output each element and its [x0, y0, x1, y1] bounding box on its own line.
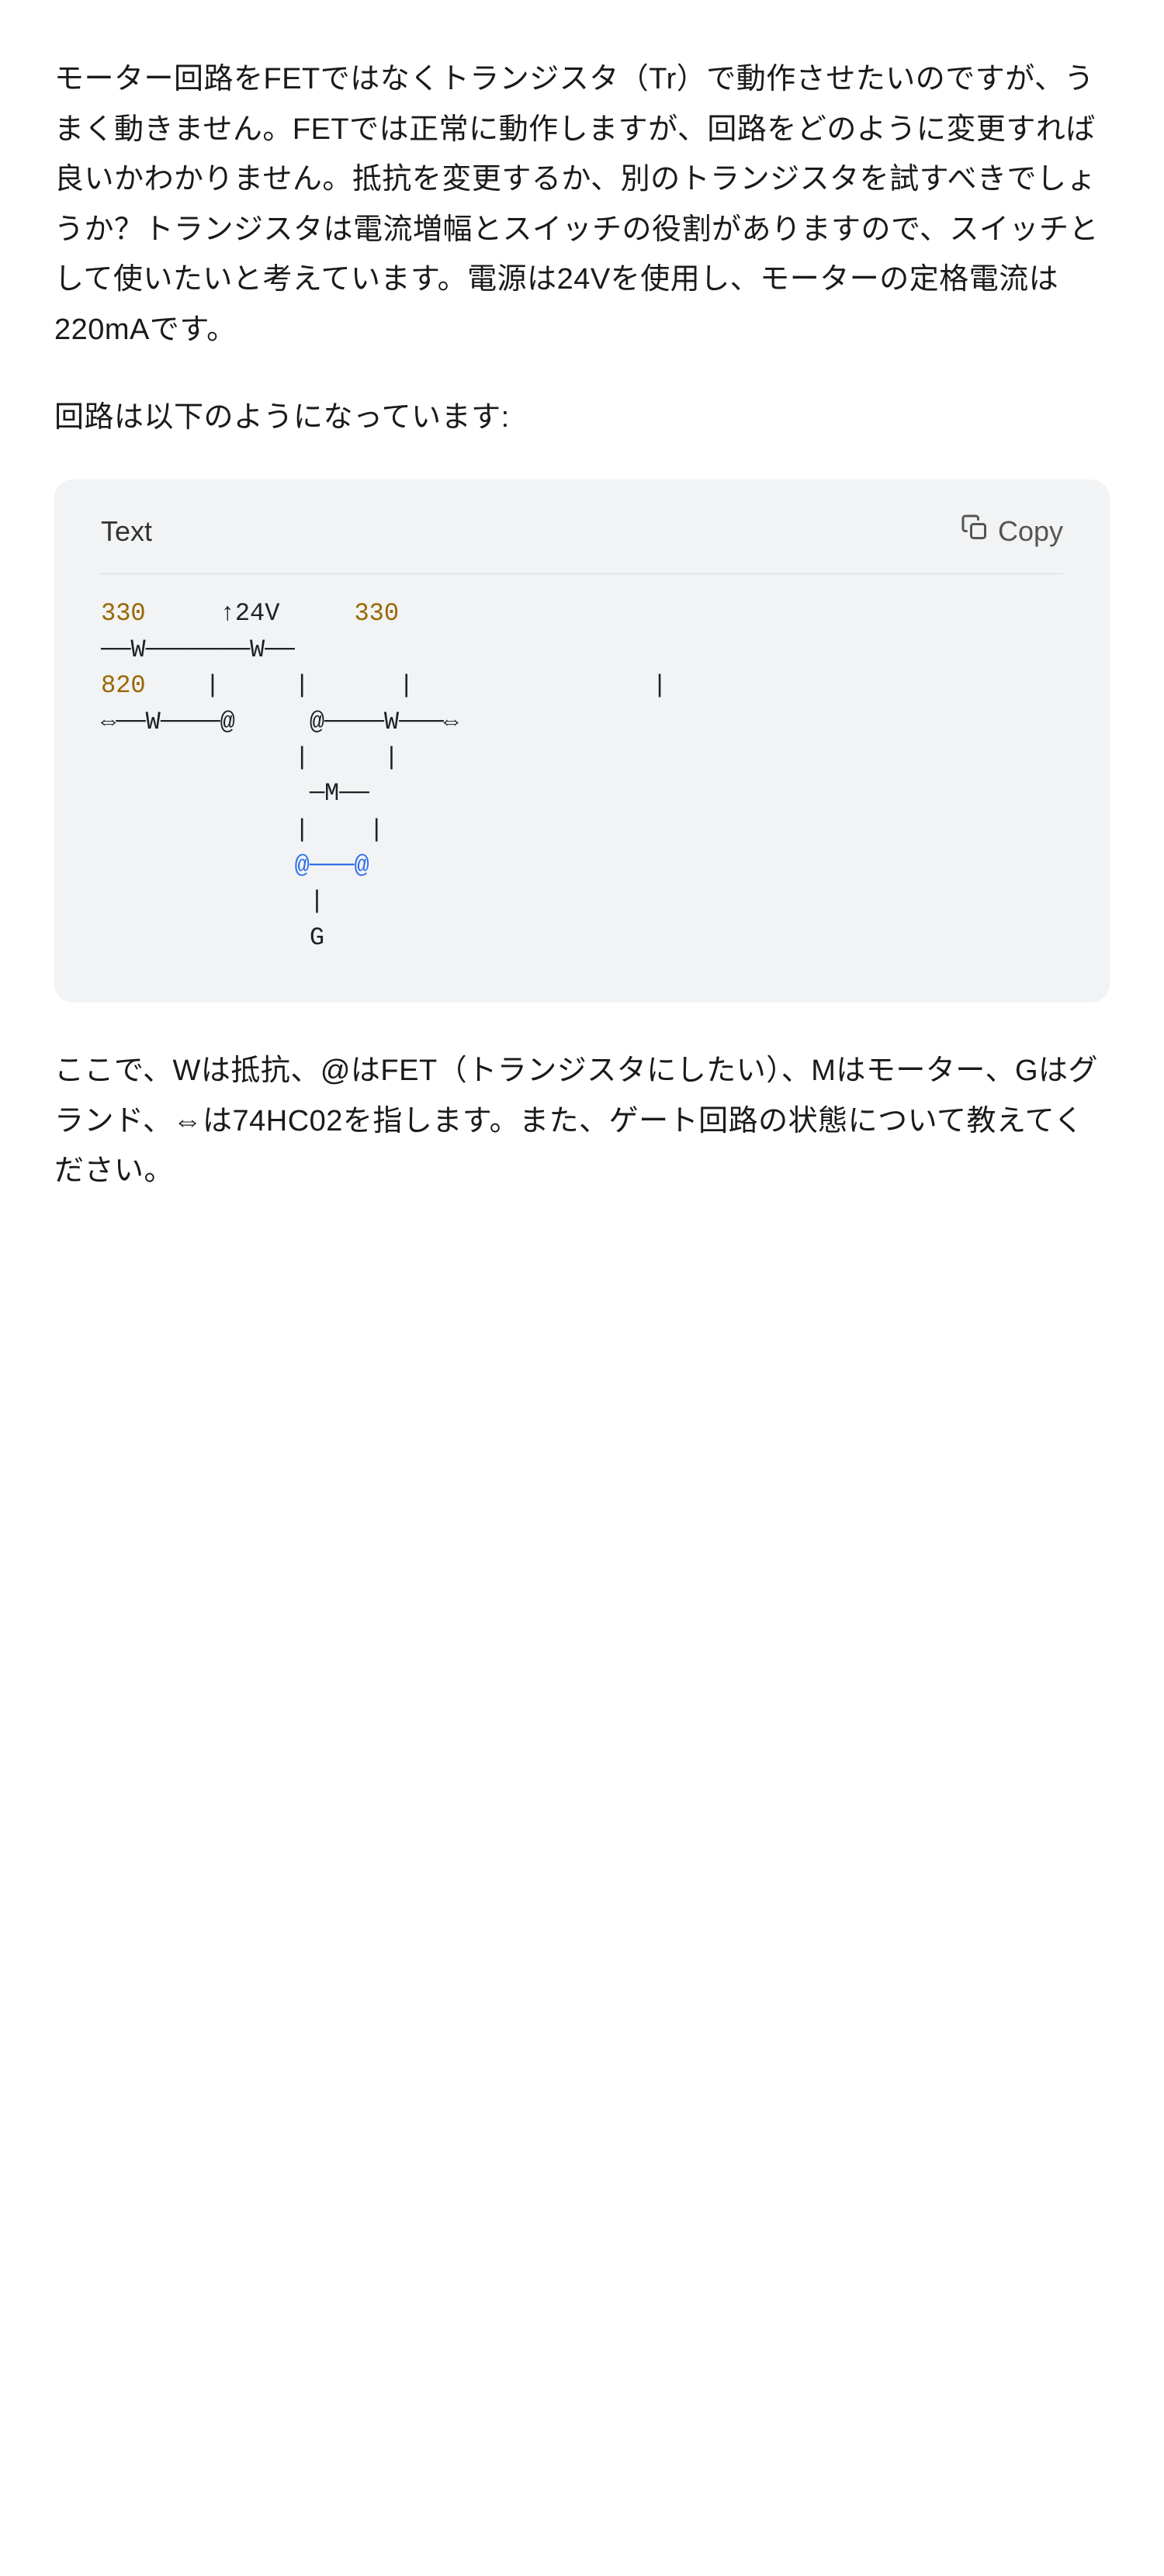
code-content: 330 ↑24V 330 ──W───────W── 820 | | | | ⇔…: [54, 574, 1110, 1002]
code-text: ↑24V: [146, 599, 355, 628]
paragraph-question: モーター回路をFETではなくトランジスタ（Tr）で動作させたいのですが、うまく動…: [54, 54, 1110, 355]
paragraph-circuit-intro: 回路は以下のようになっています:: [54, 393, 1110, 443]
code-header: Text Copy: [54, 480, 1110, 573]
copy-button[interactable]: Copy: [961, 514, 1063, 549]
code-token-number: 330: [101, 599, 146, 628]
code-text: ⇔──W────@ @────W───⇔: [101, 708, 459, 736]
code-token-number: 820: [101, 671, 146, 700]
copy-button-label: Copy: [998, 515, 1063, 548]
code-text: G: [101, 923, 324, 952]
copy-icon: [961, 514, 989, 549]
code-token-number: 330: [354, 599, 399, 628]
code-text: |: [101, 887, 324, 916]
paragraph-legend: ここで、Wは抵抗、@はFET（トランジスタにしたい）、Mはモーター、Gはグランド…: [54, 1046, 1110, 1196]
code-language-label: Text: [101, 507, 152, 555]
code-block: Text Copy 330 ↑24V 330 ──W───────W── 820…: [54, 480, 1110, 1002]
code-text: | |: [101, 815, 384, 844]
code-text: ──W───────W──: [101, 635, 295, 664]
code-text: | |: [101, 743, 399, 772]
code-text: | | | |: [146, 671, 667, 700]
code-text: ─M──: [101, 779, 369, 808]
code-token-highlight: @───@: [101, 851, 369, 880]
